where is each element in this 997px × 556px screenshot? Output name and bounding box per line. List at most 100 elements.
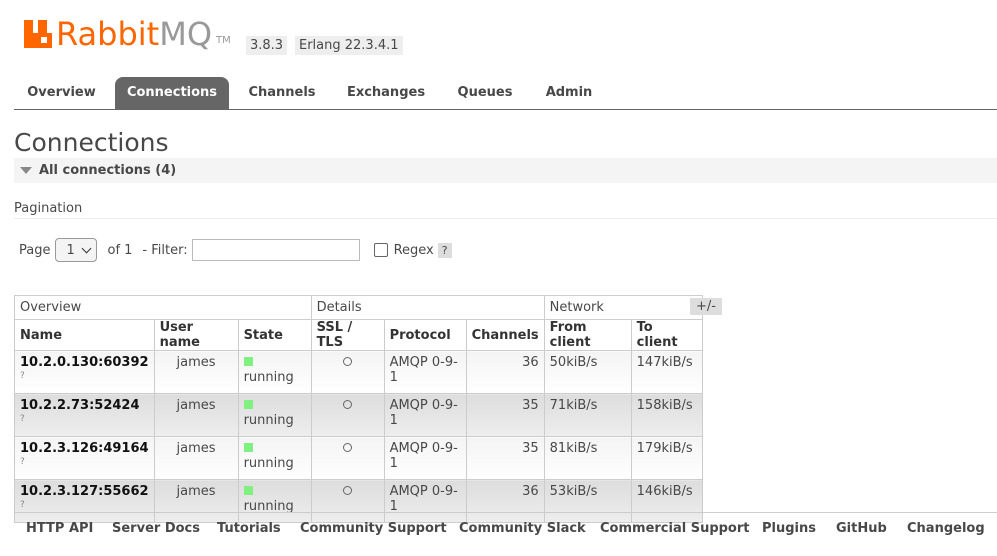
table-row: 10.2.3.126:49164 ? james running AMQP 0-… bbox=[14, 436, 703, 480]
pagination-divider bbox=[14, 218, 997, 219]
group-header-details: Details bbox=[310, 295, 545, 320]
state-cell: running bbox=[237, 479, 312, 523]
footer-link-server-docs[interactable]: Server Docs bbox=[112, 521, 200, 536]
protocol-cell: AMQP 0-9-1 bbox=[383, 436, 467, 480]
footer-link-community-support[interactable]: Community Support bbox=[300, 521, 447, 536]
footer-link-plugins[interactable]: Plugins bbox=[762, 521, 816, 536]
column-header-to-client[interactable]: To client bbox=[630, 319, 703, 351]
from-client-cell: 53kiB/s bbox=[543, 479, 632, 523]
page-select[interactable]: 1 bbox=[55, 238, 98, 262]
column-header-name[interactable]: Name bbox=[14, 319, 155, 351]
logo-text-mq: MQ bbox=[159, 15, 212, 53]
tab-admin[interactable]: Admin bbox=[534, 77, 604, 109]
erlang-version-badge: Erlang 22.3.4.1 bbox=[295, 36, 403, 55]
pagination-controls: Page 1 of 1 - Filter: Regex ? bbox=[19, 237, 452, 263]
footer-link-community-slack[interactable]: Community Slack bbox=[459, 521, 586, 536]
state-cell: running bbox=[237, 350, 312, 394]
footer-link-github[interactable]: GitHub bbox=[836, 521, 887, 536]
logo-text-rabbit: Rabbit bbox=[56, 15, 160, 53]
rabbitmq-logo[interactable]: Rabbit MQ TM bbox=[24, 18, 231, 50]
state-running-icon bbox=[243, 486, 253, 495]
regex-checkbox[interactable] bbox=[373, 243, 388, 257]
page-label: Page bbox=[19, 242, 51, 258]
state-running-icon bbox=[243, 357, 253, 366]
to-client-cell: 179kiB/s bbox=[630, 436, 703, 480]
footer-link-changelog[interactable]: Changelog bbox=[907, 521, 985, 536]
help-mark: ? bbox=[20, 457, 25, 467]
column-toggle-button[interactable]: +/- bbox=[690, 298, 722, 315]
connection-link[interactable]: 10.2.0.130:60392 bbox=[20, 355, 149, 370]
footer-link-tutorials[interactable]: Tutorials bbox=[217, 521, 281, 536]
from-client-cell: 71kiB/s bbox=[543, 393, 632, 437]
tab-queues[interactable]: Queues bbox=[447, 77, 523, 109]
table-row: 10.2.3.127:55662 ? james running AMQP 0-… bbox=[14, 479, 703, 523]
group-header-network: Network bbox=[543, 295, 703, 320]
column-header-from-client[interactable]: From client bbox=[543, 319, 632, 351]
page-of-label: of 1 bbox=[107, 242, 133, 258]
ssl-off-icon bbox=[343, 400, 353, 409]
rabbitmq-logo-icon bbox=[24, 20, 52, 48]
footer-divider bbox=[14, 512, 997, 513]
state-cell: running bbox=[237, 393, 312, 437]
state-running-icon bbox=[243, 443, 253, 452]
column-header-user-name[interactable]: User name bbox=[153, 319, 239, 351]
tab-channels[interactable]: Channels bbox=[236, 77, 328, 109]
state-cell: running bbox=[237, 436, 312, 480]
state-text: running bbox=[243, 370, 294, 385]
column-header-protocol[interactable]: Protocol bbox=[383, 319, 467, 351]
chevron-down-icon bbox=[82, 243, 92, 253]
version-badge: 3.8.3 bbox=[246, 36, 288, 55]
user-cell: james bbox=[153, 350, 239, 394]
help-mark: ? bbox=[20, 414, 25, 424]
header: Rabbit MQ TM 3.8.3 Erlang 22.3.4.1 bbox=[24, 18, 984, 58]
ssl-off-icon bbox=[343, 443, 353, 452]
to-client-cell: 147kiB/s bbox=[630, 350, 703, 394]
filter-input[interactable] bbox=[191, 239, 360, 261]
user-cell: james bbox=[153, 393, 239, 437]
protocol-cell: AMQP 0-9-1 bbox=[383, 393, 467, 437]
ssl-cell bbox=[310, 350, 385, 394]
ssl-cell bbox=[310, 436, 385, 480]
channels-cell: 35 bbox=[465, 393, 545, 437]
from-client-cell: 81kiB/s bbox=[543, 436, 632, 480]
main-tabs: Overview Connections Channels Exchanges … bbox=[14, 77, 997, 110]
section-label: All connections (4) bbox=[39, 163, 177, 178]
tab-exchanges[interactable]: Exchanges bbox=[336, 77, 436, 109]
column-header-ssl-tls[interactable]: SSL / TLS bbox=[310, 319, 385, 351]
ssl-cell bbox=[310, 393, 385, 437]
all-connections-section-toggle[interactable]: All connections (4) bbox=[14, 158, 997, 183]
user-cell: james bbox=[153, 436, 239, 480]
state-running-icon bbox=[243, 400, 253, 409]
ssl-off-icon bbox=[343, 357, 353, 366]
channels-cell: 36 bbox=[465, 479, 545, 523]
regex-label: Regex bbox=[393, 242, 434, 258]
state-text: running bbox=[243, 413, 294, 428]
protocol-cell: AMQP 0-9-1 bbox=[383, 350, 467, 394]
logo-trademark: TM bbox=[216, 35, 231, 46]
filter-label: - Filter: bbox=[142, 242, 188, 258]
collapse-triangle-icon bbox=[20, 167, 32, 174]
column-header-state[interactable]: State bbox=[237, 319, 312, 351]
table-row: 10.2.2.73:52424 ? james running AMQP 0-9… bbox=[14, 393, 703, 437]
connection-link[interactable]: 10.2.3.127:55662 bbox=[20, 484, 149, 499]
tab-connections[interactable]: Connections bbox=[115, 77, 229, 109]
page-select-value: 1 bbox=[66, 242, 75, 258]
channels-cell: 36 bbox=[465, 350, 545, 394]
protocol-cell: AMQP 0-9-1 bbox=[383, 479, 467, 523]
footer-link-commercial-support[interactable]: Commercial Support bbox=[600, 521, 750, 536]
page-title: Connections bbox=[14, 128, 169, 157]
connection-link[interactable]: 10.2.3.126:49164 bbox=[20, 441, 149, 456]
channels-cell: 35 bbox=[465, 436, 545, 480]
connection-link[interactable]: 10.2.2.73:52424 bbox=[20, 398, 140, 413]
table-row: 10.2.0.130:60392 ? james running AMQP 0-… bbox=[14, 350, 703, 394]
connections-table: Overview Details Network Name User name … bbox=[14, 295, 703, 523]
group-header-overview: Overview bbox=[14, 295, 312, 320]
from-client-cell: 50kiB/s bbox=[543, 350, 632, 394]
regex-help-icon[interactable]: ? bbox=[437, 242, 452, 258]
to-client-cell: 158kiB/s bbox=[630, 393, 703, 437]
tab-overview[interactable]: Overview bbox=[14, 77, 109, 109]
column-header-channels[interactable]: Channels bbox=[465, 319, 545, 351]
connection-name-cell: 10.2.3.127:55662 ? bbox=[14, 479, 155, 523]
footer-link-http-api[interactable]: HTTP API bbox=[26, 521, 93, 536]
connection-name-cell: 10.2.3.126:49164 ? bbox=[14, 436, 155, 480]
